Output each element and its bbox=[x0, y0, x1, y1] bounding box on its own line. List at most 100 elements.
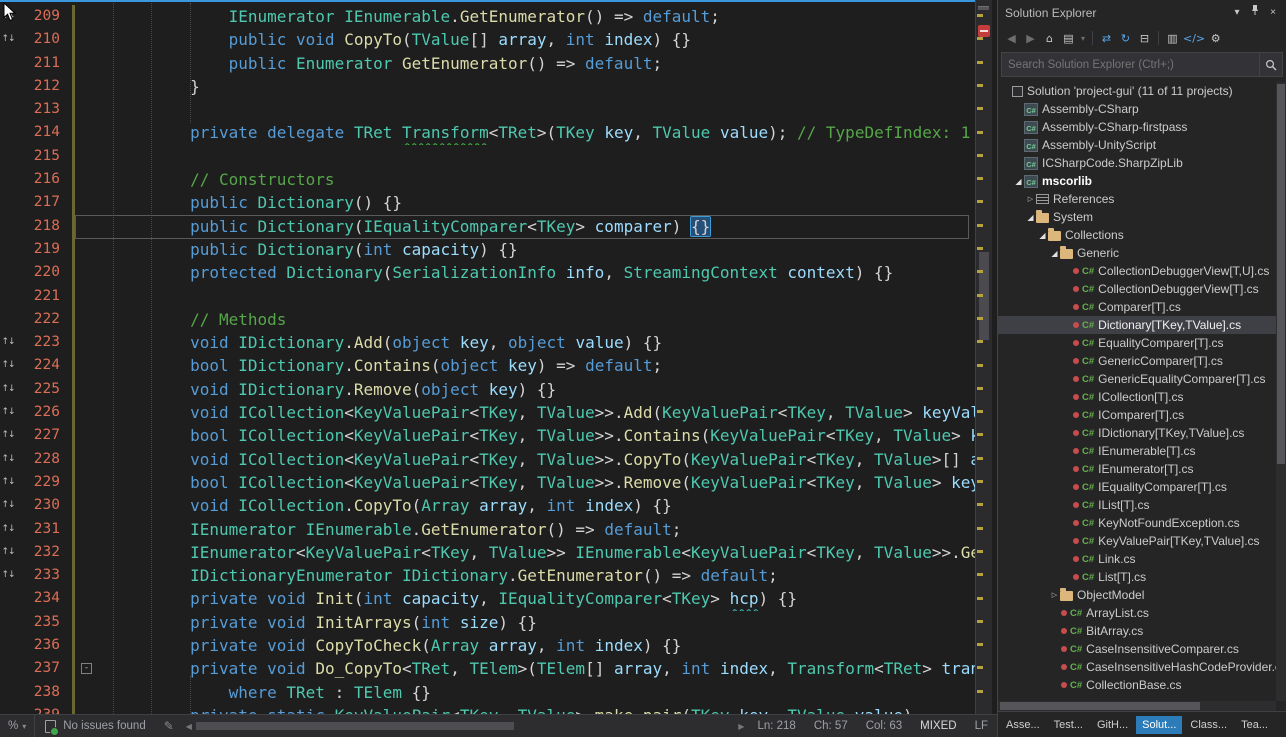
tree-item[interactable]: C#CollectionDebuggerView[T,U].cs bbox=[998, 262, 1276, 280]
code-line[interactable]: ↑↓231 IEnumerator IEnumerable.GetEnumera… bbox=[0, 518, 975, 541]
tree-hscroll-thumb[interactable] bbox=[1000, 702, 1200, 710]
code-line[interactable]: 212 } bbox=[0, 75, 975, 98]
collapse-all-icon[interactable]: ⊟ bbox=[1135, 32, 1154, 45]
code-line[interactable]: ↑↓229 bool ICollection<KeyValuePair<TKey… bbox=[0, 471, 975, 494]
line-number[interactable]: 217 bbox=[16, 191, 72, 214]
forward-icon[interactable]: ▶ bbox=[1021, 32, 1040, 45]
line-number[interactable]: 232 bbox=[16, 541, 72, 564]
code-line[interactable]: 239 private static KeyValuePair<TKey, TV… bbox=[0, 704, 975, 714]
inheritance-margin-icon[interactable]: ↑↓ bbox=[0, 448, 16, 471]
tree-vscroll-thumb[interactable] bbox=[1277, 84, 1285, 464]
editor-vertical-scrollbar[interactable] bbox=[975, 0, 992, 714]
inheritance-margin-icon[interactable]: ↑↓ bbox=[0, 378, 16, 401]
tree-item[interactable]: C#List[T].cs bbox=[998, 568, 1276, 586]
inheritance-margin-icon[interactable]: ↑↓ bbox=[0, 28, 16, 51]
home-icon[interactable]: ⌂ bbox=[1040, 32, 1059, 45]
inheritance-margin-icon[interactable]: ↑↓ bbox=[0, 518, 16, 541]
line-number[interactable]: 237 bbox=[16, 657, 72, 680]
tree-item[interactable]: ◢Collections bbox=[998, 226, 1276, 244]
line-number[interactable]: 225 bbox=[16, 378, 72, 401]
inheritance-margin-icon[interactable]: ↑↓ bbox=[0, 494, 16, 517]
code-line[interactable]: ↑↓228 void ICollection<KeyValuePair<TKey… bbox=[0, 448, 975, 471]
switch-views-dropdown-icon[interactable]: ▾ bbox=[1078, 34, 1088, 43]
tree-item[interactable]: C#IDictionary[TKey,TValue].cs bbox=[998, 424, 1276, 442]
panel-tab-test[interactable]: Test... bbox=[1048, 716, 1089, 734]
tree-item[interactable]: C#IComparer[T].cs bbox=[998, 406, 1276, 424]
pin-icon[interactable] bbox=[1246, 4, 1264, 23]
tree-item[interactable]: C#Comparer[T].cs bbox=[998, 298, 1276, 316]
properties-icon[interactable]: ⚙ bbox=[1206, 32, 1225, 45]
code-line[interactable]: 217 public Dictionary() {} bbox=[0, 191, 975, 214]
document-health-indicator[interactable]: No issues found bbox=[35, 720, 155, 733]
line-number[interactable]: 227 bbox=[16, 424, 72, 447]
expander-expanded-icon[interactable]: ◢ bbox=[1049, 249, 1060, 258]
zoom-control[interactable]: % ▾ bbox=[0, 715, 35, 737]
line-number[interactable]: 216 bbox=[16, 168, 72, 191]
tree-item[interactable]: ▷ObjectModel bbox=[998, 586, 1276, 604]
inheritance-margin-icon[interactable]: ↑↓ bbox=[0, 401, 16, 424]
code-line[interactable]: 237- private void Do_CopyTo<TRet, TElem>… bbox=[0, 657, 975, 680]
horizontal-scrollbar-thumb[interactable] bbox=[196, 722, 514, 730]
tree-item[interactable]: ◢Generic bbox=[998, 244, 1276, 262]
code-line[interactable]: 218 public Dictionary(IEqualityComparer<… bbox=[0, 215, 975, 238]
tree-item[interactable]: C#Assembly-CSharp-firstpass bbox=[998, 118, 1276, 136]
search-input[interactable] bbox=[1002, 59, 1259, 71]
tree-item[interactable]: C#IEnumerable[T].cs bbox=[998, 442, 1276, 460]
panel-tab-gith[interactable]: GitH... bbox=[1091, 716, 1134, 734]
tree-item[interactable]: C#IList[T].cs bbox=[998, 496, 1276, 514]
tree-item[interactable]: C#CollectionDebuggerView[T].cs bbox=[998, 280, 1276, 298]
fold-toggle[interactable]: - bbox=[78, 657, 98, 680]
tree-item[interactable]: C#ArrayList.cs bbox=[998, 604, 1276, 622]
tree-item[interactable]: C#GenericEqualityComparer[T].cs bbox=[998, 370, 1276, 388]
code-line[interactable]: ↑↓209 IEnumerator IEnumerable.GetEnumera… bbox=[0, 5, 975, 28]
close-icon[interactable]: × bbox=[1264, 4, 1282, 22]
tree-item[interactable]: C#IEnumerator[T].cs bbox=[998, 460, 1276, 478]
tree-item[interactable]: C#CaseInsensitiveComparer.cs bbox=[998, 640, 1276, 658]
code-line[interactable]: 222 // Methods bbox=[0, 308, 975, 331]
line-number[interactable]: 235 bbox=[16, 611, 72, 634]
expander-collapsed-icon[interactable]: ▷ bbox=[1049, 591, 1060, 599]
code-line[interactable]: 235 private void InitArrays(int size) {} bbox=[0, 611, 975, 634]
expander-collapsed-icon[interactable]: ▷ bbox=[1025, 195, 1036, 203]
scroll-right-arrow[interactable]: ▶ bbox=[734, 722, 748, 731]
line-number[interactable]: 228 bbox=[16, 448, 72, 471]
line-number[interactable]: 214 bbox=[16, 121, 72, 144]
line-number[interactable]: 211 bbox=[16, 52, 72, 75]
inheritance-margin-icon[interactable]: ↑↓ bbox=[0, 564, 16, 587]
line-number[interactable]: 215 bbox=[16, 145, 72, 168]
code-line[interactable]: 216 // Constructors bbox=[0, 168, 975, 191]
tree-item[interactable]: C#ICollection[T].cs bbox=[998, 388, 1276, 406]
inheritance-margin-icon[interactable]: ↑↓ bbox=[0, 471, 16, 494]
line-number[interactable]: 233 bbox=[16, 564, 72, 587]
tree-item[interactable]: C#CollectionBase.cs bbox=[998, 676, 1276, 694]
line-number[interactable]: 231 bbox=[16, 518, 72, 541]
switch-views-icon[interactable]: ▤ bbox=[1059, 32, 1078, 45]
line-number[interactable]: 218 bbox=[16, 215, 72, 238]
inheritance-margin-icon[interactable]: ↑↓ bbox=[0, 541, 16, 564]
tree-item[interactable]: C#CaseInsensitiveHashCodeProvider.cs bbox=[998, 658, 1276, 676]
line-number[interactable]: 238 bbox=[16, 681, 72, 704]
line-number[interactable]: 220 bbox=[16, 261, 72, 284]
line-number[interactable]: 210 bbox=[16, 28, 72, 51]
refresh-icon[interactable]: ↻ bbox=[1116, 32, 1135, 45]
line-number[interactable]: 222 bbox=[16, 308, 72, 331]
code-editor[interactable]: ↑↓209 IEnumerator IEnumerable.GetEnumera… bbox=[0, 0, 975, 714]
scroll-left-arrow[interactable]: ◀ bbox=[182, 722, 196, 731]
window-position-icon[interactable]: ▾ bbox=[1228, 4, 1246, 22]
line-number[interactable]: 234 bbox=[16, 587, 72, 610]
code-line[interactable]: ↑↓210 public void CopyTo(TValue[] array,… bbox=[0, 28, 975, 51]
tree-item[interactable]: C#EqualityComparer[T].cs bbox=[998, 334, 1276, 352]
tree-item[interactable]: C#IEqualityComparer[T].cs bbox=[998, 478, 1276, 496]
code-line[interactable]: 211 public Enumerator GetEnumerator() =>… bbox=[0, 52, 975, 75]
expander-expanded-icon[interactable]: ◢ bbox=[1013, 177, 1024, 186]
editor-horizontal-scrollbar[interactable]: ◀ ▶ bbox=[182, 715, 749, 737]
code-line[interactable]: ↑↓233 IDictionaryEnumerator IDictionary.… bbox=[0, 564, 975, 587]
line-number[interactable]: 221 bbox=[16, 285, 72, 308]
tree-item[interactable]: C#GenericComparer[T].cs bbox=[998, 352, 1276, 370]
line-number[interactable]: 229 bbox=[16, 471, 72, 494]
back-icon[interactable]: ◀ bbox=[1002, 32, 1021, 45]
line-number[interactable]: 226 bbox=[16, 401, 72, 424]
tree-item[interactable]: C#Dictionary[TKey,TValue].cs bbox=[998, 316, 1276, 334]
search-icon[interactable] bbox=[1259, 53, 1282, 76]
inheritance-margin-icon[interactable]: ↑↓ bbox=[0, 5, 16, 28]
